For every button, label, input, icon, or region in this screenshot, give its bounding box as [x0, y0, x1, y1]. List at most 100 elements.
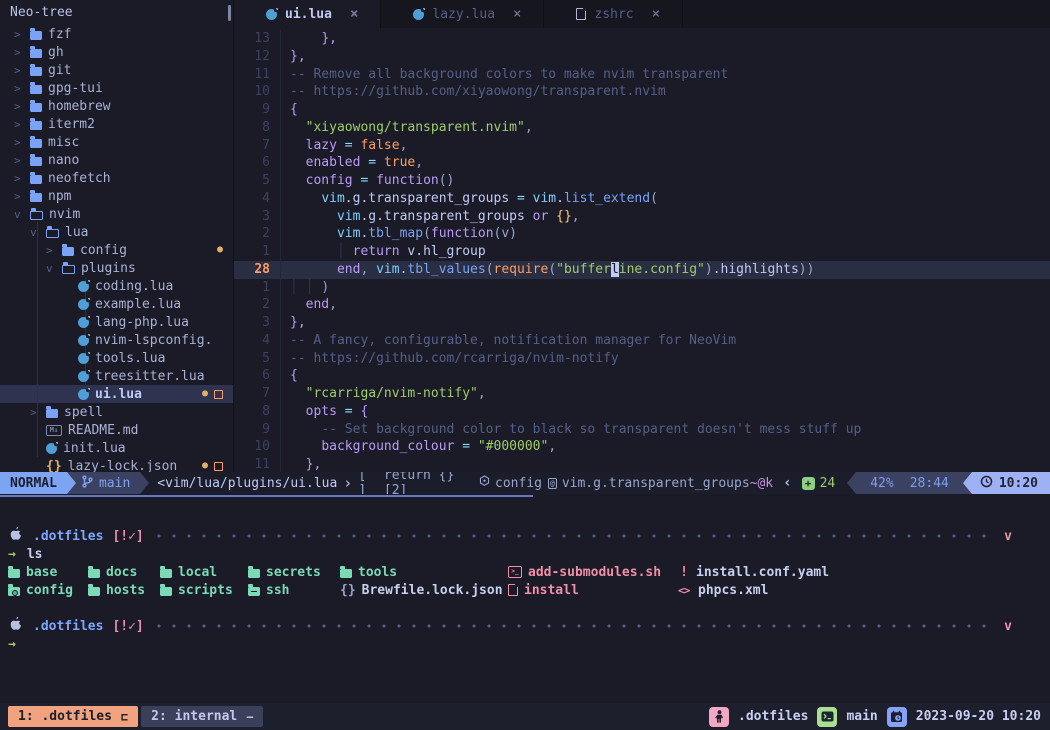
line-number: 9 [234, 421, 270, 439]
code-text[interactable]: }, [280, 48, 306, 66]
tree-item-tools-lua[interactable]: tools.lua [0, 349, 233, 367]
neo-tree-list: > fzf>gh>git>gpg-tui>homebrew>iterm2>misc… [0, 25, 233, 472]
tree-item-plugins[interactable]: vplugins [0, 259, 233, 277]
tree-item-init-lua[interactable]: init.lua [0, 439, 233, 457]
apple-icon [8, 526, 23, 546]
code-text[interactable]: background_colour = "#000000", [280, 438, 556, 456]
expander-icon[interactable]: v [14, 208, 30, 221]
close-icon[interactable]: × [350, 6, 358, 22]
editor[interactable]: 13 },12},11-- Remove all background colo… [234, 28, 1050, 472]
tree-item-gpg-tui[interactable]: >gpg-tui [0, 79, 233, 97]
code-text[interactable]: opts = { [280, 403, 368, 421]
expander-icon[interactable]: > [14, 190, 30, 203]
tab-zshrc[interactable]: zshrc× [544, 0, 683, 28]
tree-item-label: nvim-lspconfig. [95, 333, 212, 348]
powerline-separator [847, 472, 856, 494]
code-text[interactable]: │ │ ) [280, 279, 329, 297]
code-text[interactable]: enabled = true, [280, 154, 423, 172]
tree-item-gh[interactable]: >gh [0, 43, 233, 61]
tree-item-readme-md[interactable]: M↓ README.md [0, 421, 233, 439]
line-number: 1 [234, 279, 270, 297]
expander-icon[interactable]: > [14, 100, 30, 113]
chevron-left-icon: ‹ [783, 472, 801, 494]
code-text[interactable]: -- A fancy, configurable, notification m… [280, 332, 736, 350]
expander-icon[interactable]: > [14, 154, 30, 167]
shell-command-line[interactable]: → [0, 635, 1050, 653]
tree-item-config[interactable]: >config● [0, 241, 233, 259]
code-text[interactable]: -- https://github.com/rcarriga/nvim-noti… [280, 350, 619, 368]
tmux-window-1-dotfiles[interactable]: 1: .dotfiles⊏ [8, 706, 138, 727]
expander-icon[interactable]: > [14, 136, 30, 149]
expander-icon[interactable]: > [30, 406, 46, 419]
close-icon[interactable]: × [513, 6, 521, 22]
tree-item-nvim-lspconfig[interactable]: nvim-lspconfig. [0, 331, 233, 349]
tree-item-label: README.md [68, 423, 138, 438]
code-text[interactable]: { [280, 367, 298, 385]
lua-file-icon [413, 9, 424, 20]
folder-open-icon [30, 211, 43, 220]
code-text[interactable]: vim.tbl_map(function(v) [280, 225, 517, 243]
modified-dot-icon: ● [217, 245, 223, 255]
expander-icon[interactable]: > [14, 82, 30, 95]
tree-item-lua[interactable]: vlua [0, 223, 233, 241]
tmux-status-bar: 1: .dotfiles⊏2: internal− .dotfilesmain2… [0, 703, 1050, 730]
code-text[interactable]: vim.g.transparent_groups = vim.list_exte… [280, 190, 658, 208]
tree-item-label: lazy-lock.json [68, 459, 178, 473]
close-icon[interactable]: × [652, 6, 660, 22]
tree-item-fzf[interactable]: > fzf [0, 25, 233, 43]
tree-item-nvim[interactable]: vnvim [0, 205, 233, 223]
code-line: 8 opts = { [234, 403, 1050, 421]
tree-item-ui-lua[interactable]: ui.lua● [0, 385, 233, 403]
tree-item-example-lua[interactable]: example.lua [0, 295, 233, 313]
code-text[interactable]: }, [280, 314, 306, 332]
expander-icon[interactable]: > [14, 118, 30, 131]
tree-item-lang-php-lua[interactable]: lang-php.lua [0, 313, 233, 331]
tmux-window-2-internal[interactable]: 2: internal− [141, 706, 263, 727]
expander-icon[interactable]: > [14, 172, 30, 185]
code-text[interactable]: end, [280, 296, 337, 314]
tree-item-treesitter-lua[interactable]: treesitter.lua [0, 367, 233, 385]
yaml-icon: ! [678, 565, 690, 580]
code-text[interactable]: }, [280, 30, 337, 48]
tree-item-spell[interactable]: >spell [0, 403, 233, 421]
code-text[interactable]: -- https://github.com/xiyaowong/transpar… [280, 83, 666, 101]
code-text[interactable]: lazy = false, [280, 137, 407, 155]
shell-command-line[interactable]: →ls [0, 545, 1050, 563]
tree-item-npm[interactable]: >npm [0, 187, 233, 205]
folder-icon [30, 193, 42, 202]
command-text: ls [27, 547, 43, 562]
expander-icon[interactable]: > [46, 244, 62, 257]
code-text[interactable]: { [280, 101, 298, 119]
tab-ui-lua[interactable]: ui.lua× [234, 0, 381, 28]
expander-icon[interactable]: v [46, 262, 62, 275]
code-text[interactable]: }, [280, 456, 321, 472]
code-text[interactable]: "rcarriga/nvim-notify", [280, 385, 486, 403]
code-text[interactable]: │ return v.hl_group [280, 243, 486, 261]
code-text[interactable]: config = function() [280, 172, 454, 190]
expander-icon[interactable]: > [14, 64, 30, 77]
code-text[interactable]: -- Set background color to black so tran… [280, 421, 861, 439]
ls-item-ssh: ssh [248, 583, 340, 598]
tab-lazy-lua[interactable]: lazy.lua× [381, 0, 544, 28]
tree-item-coding-lua[interactable]: coding.lua [0, 277, 233, 295]
breadcrumb-chevron-icon: › [337, 472, 358, 494]
markdown-icon: M↓ [46, 425, 62, 436]
tree-item-label: fzf [48, 27, 71, 42]
code-text[interactable]: vim.g.transparent_groups or {}, [280, 208, 580, 226]
tree-item-lazy-lock-json[interactable]: {}lazy-lock.json● [0, 457, 233, 472]
tree-item-nano[interactable]: >nano [0, 151, 233, 169]
file-icon [508, 584, 518, 596]
tree-item-homebrew[interactable]: >homebrew [0, 97, 233, 115]
tree-item-neofetch[interactable]: >neofetch [0, 169, 233, 187]
git-branch-segment: main [76, 472, 140, 494]
expander-icon[interactable]: > [14, 46, 30, 59]
code-text[interactable]: -- Remove all background colors to make … [280, 66, 728, 84]
tree-item-iterm2[interactable]: >iterm2 [0, 115, 233, 133]
code-text[interactable]: end, vim.tbl_values(require("bufferline.… [280, 261, 814, 279]
tree-item-git[interactable]: >git [0, 61, 233, 79]
expander-icon[interactable]: v [30, 226, 46, 239]
code-text[interactable]: "xiyaowong/transparent.nvim", [280, 119, 533, 137]
scrollbar[interactable] [228, 5, 231, 21]
tree-item-misc[interactable]: >misc [0, 133, 233, 151]
expander-icon[interactable]: > [14, 28, 30, 41]
